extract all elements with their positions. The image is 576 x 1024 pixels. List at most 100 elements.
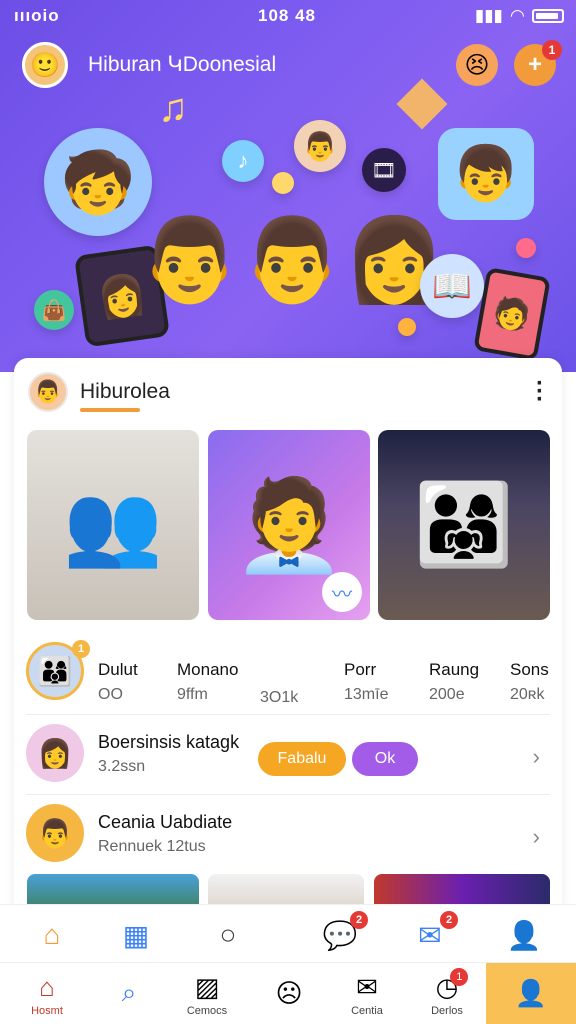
row-title: Boersinsis katagk	[98, 732, 240, 752]
phone-sticker: 🧑	[473, 267, 551, 361]
battery-icon	[532, 9, 564, 23]
stat-item: Monano 9ffm	[177, 660, 238, 704]
performer-photo-icon: 🧑‍💼	[232, 475, 346, 576]
music-bubble-icon: ♪	[222, 140, 264, 182]
clock-icon: ◷ 1	[436, 967, 469, 1003]
media-thumbnail-2[interactable]: 🧑‍💼 〰	[208, 430, 370, 620]
man-sticker: 👨	[294, 120, 346, 172]
signal-icon: ▮▮▮	[474, 6, 503, 25]
dot-decoration	[516, 238, 536, 258]
mail-icon: ✉	[356, 971, 378, 1002]
edit-icon: ▨	[194, 971, 220, 1002]
status-bar: ıııoio 108 48 ▮▮▮ ◠	[0, 6, 576, 28]
stat-item: 3O1k	[260, 660, 298, 707]
divider	[26, 714, 550, 715]
kite-icon	[396, 78, 448, 130]
nav-derlos[interactable]: ◷ 1 Derlos	[406, 963, 488, 1024]
row-subtitle: Rennuek 12tus	[98, 838, 206, 855]
status-time: 108 48	[258, 6, 316, 25]
bottom-nav: ⌂ Hosmt ⌕ ▨ Cemocs ☹ ✉ Centia ◷ 1 Derlos …	[0, 962, 576, 1024]
stat-key: Dulut	[98, 660, 138, 679]
add-button[interactable]: +1	[514, 40, 562, 86]
chevron-right-icon[interactable]: ›	[533, 824, 540, 850]
stat-key: Porr	[344, 660, 377, 679]
boy-card-sticker: 👦	[438, 128, 534, 220]
row-avatar: 👩	[26, 724, 84, 782]
calendar-icon[interactable]: ▦	[112, 913, 160, 957]
chevron-right-icon[interactable]: ›	[533, 744, 540, 770]
emoji-face-icon[interactable]: 😣	[456, 44, 498, 86]
dot-decoration	[272, 172, 294, 194]
list-item[interactable]: 👩 Boersinsis katagk 3.2ssn Fabalu Ok ›	[14, 720, 562, 790]
home-icon: ⌂	[39, 971, 55, 1002]
music-note-icon: ♫	[158, 86, 188, 130]
stat-key: Monano	[177, 660, 239, 679]
nav-label: Hosmt	[31, 1004, 63, 1017]
face-icon: ☹	[275, 977, 303, 1008]
book-sticker: 📖	[420, 254, 484, 318]
more-options-icon[interactable]: · · ·	[536, 372, 544, 412]
nav-cemocs[interactable]: ▨ Cemocs	[166, 963, 248, 1024]
chart-icon[interactable]: 〰	[322, 572, 362, 612]
stat-key: Raung	[429, 660, 480, 679]
group-photo-icon: 👥	[63, 480, 163, 569]
card-avatar[interactable]: 👨	[28, 372, 68, 412]
stats-row: 👨‍👩‍👦 1 Dulut OO Monano 9ffm 3O1k Porr 1…	[14, 640, 562, 708]
stat-value: 9ffm	[177, 686, 208, 703]
person-icon[interactable]: 👤	[500, 913, 548, 957]
stat-item: Raung 200e	[429, 660, 479, 704]
search-icon[interactable]: ○	[204, 913, 252, 957]
chat-icon[interactable]: 💬 2	[316, 911, 368, 957]
content-card: 👨 Hiburolea · · · 👥 🧑‍💼 〰 👨‍👩‍👧 👨‍👩‍👦 1 Du…	[14, 358, 562, 918]
nav-face[interactable]: ☹	[248, 963, 330, 1024]
nav-search[interactable]: ⌕	[88, 963, 170, 1024]
signal-carrier: ıııoio	[14, 6, 60, 25]
stat-item: Porr 13mīe	[344, 660, 388, 704]
nav-label: Derlos	[431, 1004, 463, 1017]
action-bar: ⌂ ▦ ○ 💬 2 ✉ 2 👤	[0, 904, 576, 962]
nav-profile[interactable]: 👤	[486, 963, 576, 1024]
home-icon[interactable]: ⌂	[28, 913, 76, 957]
stats-badge: 1	[72, 640, 90, 658]
profile-avatar[interactable]: 🙂	[22, 42, 68, 88]
stat-value: 3O1k	[260, 689, 299, 706]
stat-value: 13mīe	[344, 686, 389, 703]
stat-value: 20ʀk	[510, 686, 545, 703]
people-group-illustration: 👨‍👨‍👩	[138, 215, 446, 306]
wifi-icon: ◠	[510, 6, 524, 25]
stat-value: 200e	[429, 686, 465, 703]
app-title: Hiburan ԿDoonesial	[88, 53, 277, 76]
nav-home[interactable]: ⌂ Hosmt	[6, 963, 88, 1024]
shopping-bag-icon: 👜	[34, 290, 74, 330]
hero-banner: ıııoio 108 48 ▮▮▮ ◠ 🙂 Hiburan ԿDoonesial…	[0, 0, 576, 372]
stat-item: Sons 20ʀk	[510, 660, 549, 704]
messenger-icon[interactable]: ✉ 2	[406, 911, 458, 957]
notification-badge: 1	[542, 40, 562, 60]
notification-badge: 2	[350, 911, 368, 929]
stat-item: Dulut OO	[98, 660, 138, 704]
title-underline	[80, 408, 140, 412]
card-title: Hiburolea	[80, 380, 170, 403]
ok-button[interactable]: Ok	[352, 742, 418, 776]
notification-badge: 1	[450, 967, 469, 986]
app-root: ıııoio 108 48 ▮▮▮ ◠ 🙂 Hiburan ԿDoonesial…	[0, 0, 576, 1024]
list-item[interactable]: 👨 Ceania Uabdiate Rennuek 12tus ›	[14, 800, 562, 870]
nav-label: Centia	[351, 1004, 383, 1017]
follow-button[interactable]: Fabalu	[258, 742, 346, 776]
crowd-photo-icon: 👨‍👩‍👧	[414, 480, 514, 569]
search-icon: ⌕	[121, 977, 137, 1007]
divider	[26, 794, 550, 795]
row-subtitle: 3.2ssn	[98, 758, 146, 775]
row-title: Ceania Uabdiate	[98, 812, 233, 832]
nav-centia[interactable]: ✉ Centia	[326, 963, 408, 1024]
row-avatar: 👨	[26, 804, 84, 862]
media-thumbnail-3[interactable]: 👨‍👩‍👧	[378, 430, 550, 620]
media-thumbnail-1[interactable]: 👥	[27, 430, 199, 620]
dot-decoration	[398, 318, 416, 336]
stat-key: Sons	[510, 660, 549, 679]
person-icon: 👤	[514, 977, 548, 1008]
kid-sticker: 🧒	[44, 128, 152, 236]
nav-label: Cemocs	[186, 1004, 228, 1017]
stat-value: OO	[98, 686, 123, 703]
notification-badge: 2	[440, 911, 458, 929]
